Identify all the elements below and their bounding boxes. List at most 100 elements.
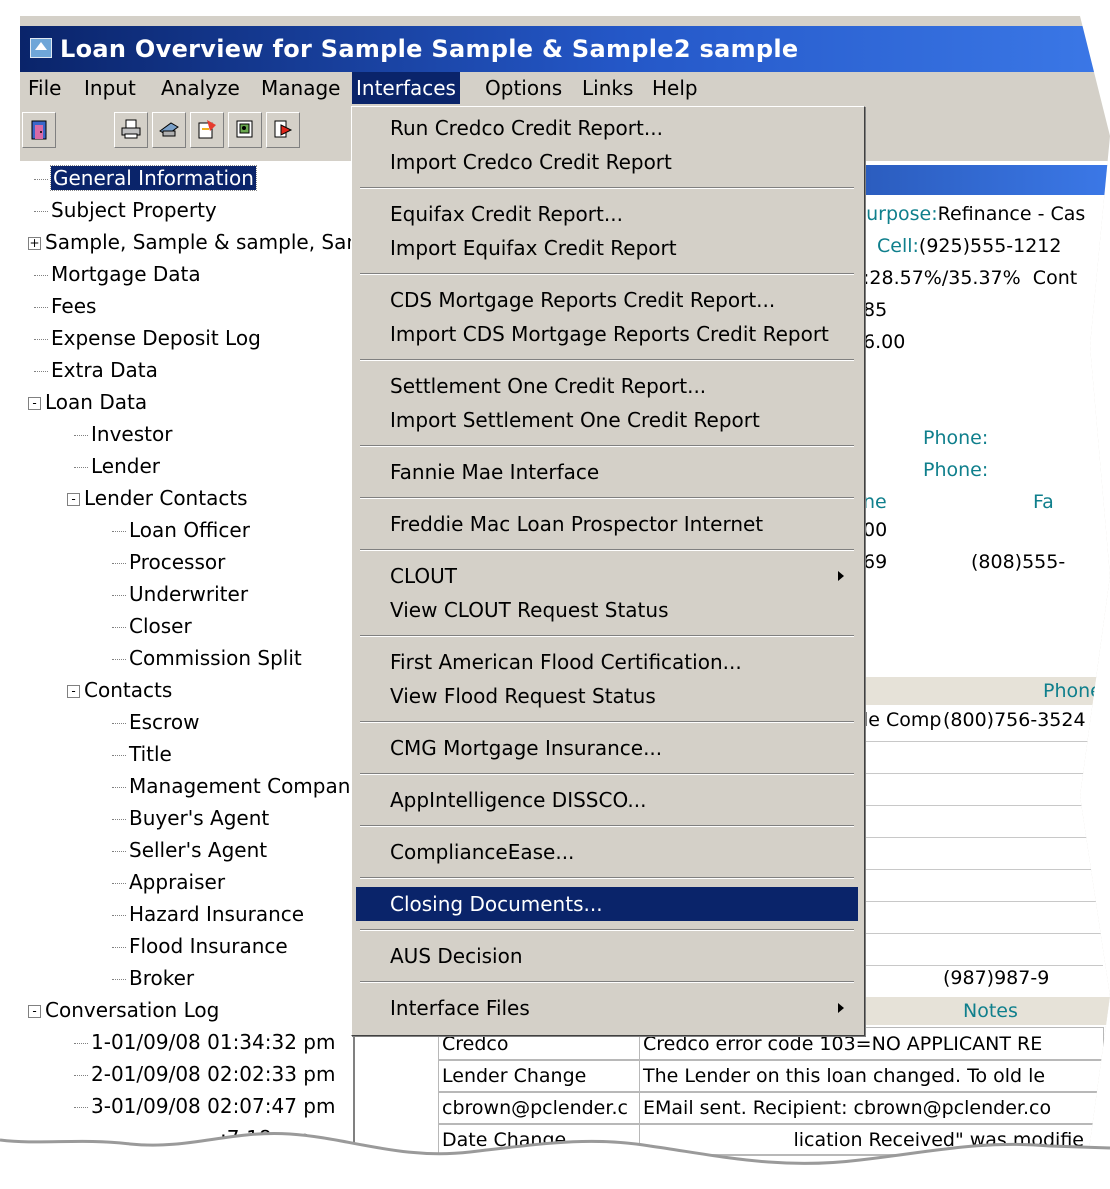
broker-phone: (987)987-9 — [943, 967, 1050, 989]
print-button[interactable] — [114, 112, 148, 148]
menu-item-freddie-mac-loan-prospector[interactable]: Freddie Mac Loan Prospector Internet — [356, 507, 858, 541]
phone-partial-1: 00 — [863, 519, 888, 541]
tree-item-investor[interactable]: Investor — [74, 419, 172, 449]
tree-item-flood-insurance[interactable]: Flood Insurance — [112, 931, 288, 961]
collapse-toggle-icon[interactable]: - — [28, 1005, 41, 1018]
tree-item-lender[interactable]: Lender — [74, 451, 160, 481]
menu-item-view-flood-request-status[interactable]: View Flood Request Status — [356, 679, 858, 713]
tree-item-mortgage-data[interactable]: Mortgage Data — [34, 259, 201, 289]
tree-item-escrow[interactable]: Escrow — [112, 707, 199, 737]
col-fax-partial: Fa — [1033, 491, 1054, 513]
menu-input[interactable]: Input — [80, 72, 140, 104]
navigation-tree[interactable]: General Information Subject Property + Sa… — [20, 161, 355, 1179]
title-company-phone: (800)756-3524 — [943, 709, 1086, 731]
interfaces-dropdown-menu: Run Credco Credit Report... Import Credc… — [351, 106, 865, 1036]
menu-item-import-equifax-credit-report[interactable]: Import Equifax Credit Report — [356, 231, 858, 265]
menu-item-first-american-flood-certification[interactable]: First American Flood Certification... — [356, 645, 858, 679]
tree-item-sellers-agent[interactable]: Seller's Agent — [112, 835, 267, 865]
menu-options[interactable]: Options — [481, 72, 566, 104]
exit-button[interactable] — [22, 112, 56, 148]
log-note-cell[interactable]: The Lender on this loan changed. To old … — [639, 1059, 1104, 1093]
tree-item-borrower[interactable]: + Sample, Sample & sample, San — [28, 227, 353, 257]
menu-item-settlement-one-credit-report[interactable]: Settlement One Credit Report... — [356, 369, 858, 403]
menu-item-closing-documents[interactable]: Closing Documents... — [356, 887, 858, 921]
tree-item-title[interactable]: Title — [112, 739, 172, 769]
tree-item-lender-contacts[interactable]: - Lender Contacts — [67, 483, 248, 513]
tree-item-closer[interactable]: Closer — [112, 611, 192, 641]
expand-toggle-icon[interactable]: + — [28, 237, 41, 250]
ratios: :28.57%/35.37% Cont — [863, 267, 1078, 289]
log-notes-header: Notes — [963, 1000, 1018, 1022]
tree-item-expense-deposit-log[interactable]: Expense Deposit Log — [34, 323, 261, 353]
fax-button[interactable] — [152, 112, 186, 148]
cell-phone: Cell:(925)555-1212 — [877, 235, 1062, 257]
menu-help[interactable]: Help — [648, 72, 702, 104]
exit-icon — [29, 119, 49, 140]
tree-item-underwriter[interactable]: Underwriter — [112, 579, 248, 609]
loan-purpose: Purpose:Refinance - Cas — [855, 203, 1086, 225]
investor-phone-label: Phone: — [923, 427, 989, 449]
collapse-toggle-icon[interactable]: - — [67, 493, 80, 506]
tree-item-log-entry[interactable]: 1-01/09/08 01:34:32 pm — [74, 1027, 335, 1057]
menu-separator — [360, 497, 854, 499]
tree-item-commission-split[interactable]: Commission Split — [112, 643, 302, 673]
menu-separator — [360, 359, 854, 361]
report-button[interactable] — [228, 112, 262, 148]
menu-item-interface-files[interactable]: Interface Files — [356, 991, 858, 1025]
phone-partial-2: 69 — [863, 551, 888, 573]
menu-links[interactable]: Links — [578, 72, 637, 104]
torn-edge-decoration — [0, 1131, 1110, 1179]
fax-icon — [159, 119, 179, 139]
menu-item-complianceease[interactable]: ComplianceEase... — [356, 835, 858, 869]
collapse-toggle-icon[interactable]: - — [67, 685, 80, 698]
value-amount: 6.00 — [863, 331, 906, 353]
menu-item-view-clout-request-status[interactable]: View CLOUT Request Status — [356, 593, 858, 627]
import-button[interactable] — [266, 112, 300, 148]
report-icon — [235, 119, 255, 139]
tree-item-contacts[interactable]: - Contacts — [67, 675, 172, 705]
tree-item-extra-data[interactable]: Extra Data — [34, 355, 158, 385]
menu-analyze[interactable]: Analyze — [157, 72, 244, 104]
tree-item-conversation-log[interactable]: - Conversation Log — [28, 995, 219, 1025]
menu-item-equifax-credit-report[interactable]: Equifax Credit Report... — [356, 197, 858, 231]
tree-item-general-information[interactable]: General Information — [34, 163, 257, 193]
menu-item-import-cds-mortgage-reports-credit-report[interactable]: Import CDS Mortgage Reports Credit Repor… — [356, 317, 858, 351]
menu-item-run-credco-credit-report[interactable]: Run Credco Credit Report... — [356, 111, 858, 145]
menu-item-clout[interactable]: CLOUT — [356, 559, 858, 593]
tree-item-subject-property[interactable]: Subject Property — [34, 195, 217, 225]
tree-item-fees[interactable]: Fees — [34, 291, 96, 321]
menu-item-appintelligence-dissco[interactable]: AppIntelligence DISSCO... — [356, 783, 858, 817]
menu-separator — [360, 721, 854, 723]
menu-separator — [360, 635, 854, 637]
collapse-toggle-icon[interactable]: - — [28, 397, 41, 410]
menu-item-cmg-mortgage-insurance[interactable]: CMG Mortgage Insurance... — [356, 731, 858, 765]
log-type-cell[interactable]: Lender Change — [438, 1059, 640, 1093]
menu-separator — [360, 773, 854, 775]
submenu-arrow-icon — [838, 1003, 844, 1013]
tree-item-processor[interactable]: Processor — [112, 547, 225, 577]
menu-separator — [360, 549, 854, 551]
tree-item-management-company[interactable]: Management Company — [112, 771, 353, 801]
log-grid-header: Notes — [863, 997, 1110, 1025]
tree-item-broker[interactable]: Broker — [112, 963, 194, 993]
tree-item-hazard-insurance[interactable]: Hazard Insurance — [112, 899, 304, 929]
tree-item-log-entry[interactable]: 2-01/09/08 02:02:33 pm — [74, 1059, 335, 1089]
menu-interfaces[interactable]: Interfaces — [352, 72, 460, 104]
tree-item-appraiser[interactable]: Appraiser — [112, 867, 225, 897]
title-bar[interactable]: Loan Overview for Sample Sample & Sample… — [20, 26, 1110, 72]
menu-item-import-credco-credit-report[interactable]: Import Credco Credit Report — [356, 145, 858, 179]
export-button[interactable] — [190, 112, 224, 148]
tree-item-buyers-agent[interactable]: Buyer's Agent — [112, 803, 269, 833]
menu-item-import-settlement-one-credit-report[interactable]: Import Settlement One Credit Report — [356, 403, 858, 437]
menu-file[interactable]: File — [24, 72, 65, 104]
tree-item-loan-data[interactable]: - Loan Data — [28, 387, 147, 417]
menu-item-cds-mortgage-reports-credit-report[interactable]: CDS Mortgage Reports Credit Report... — [356, 283, 858, 317]
menu-item-fannie-mae-interface[interactable]: Fannie Mae Interface — [356, 455, 858, 489]
menu-item-aus-decision[interactable]: AUS Decision — [356, 939, 858, 973]
export-icon — [197, 119, 217, 139]
contacts-grid-header: Phone — [863, 677, 1110, 705]
tree-item-loan-officer[interactable]: Loan Officer — [112, 515, 250, 545]
window-title: Loan Overview for Sample Sample & Sample… — [60, 35, 799, 63]
app-icon[interactable] — [30, 38, 52, 58]
menu-manage[interactable]: Manage — [257, 72, 344, 104]
